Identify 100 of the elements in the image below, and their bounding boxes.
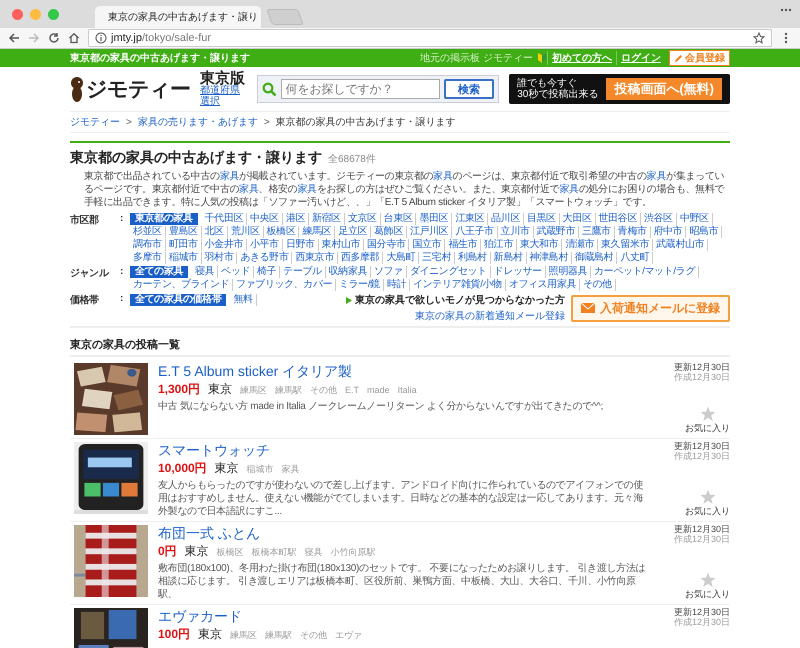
- filter-option[interactable]: 町田市: [166, 239, 202, 251]
- favorite-label[interactable]: お気に入り: [685, 422, 730, 435]
- filter-option[interactable]: 台東区: [380, 213, 416, 225]
- filter-option[interactable]: 立川市: [498, 226, 534, 238]
- filter-option[interactable]: 東大和市: [516, 239, 562, 251]
- filter-option[interactable]: 国立市: [409, 239, 446, 251]
- browser-tab[interactable]: 東京の家具の中古あげます・譲り: [95, 6, 261, 28]
- filter-option[interactable]: 練馬区: [299, 226, 336, 238]
- filter-option[interactable]: 稲城市: [166, 252, 202, 264]
- filter-option[interactable]: 大田区: [560, 213, 596, 225]
- filter-option[interactable]: オフィス用家具: [506, 279, 580, 291]
- close-window-button[interactable]: [12, 8, 23, 20]
- filter-option[interactable]: 府中市: [650, 226, 686, 238]
- filter-option[interactable]: 全ての家具: [130, 266, 188, 278]
- star-icon[interactable]: [753, 32, 765, 44]
- filter-option[interactable]: 中野区: [676, 213, 713, 225]
- filter-option[interactable]: カーペット/マット/ラグ: [591, 266, 699, 278]
- filter-option[interactable]: 小平市: [247, 239, 283, 251]
- filter-option[interactable]: 板橋区: [264, 226, 300, 238]
- filter-option[interactable]: 御蔵島村: [572, 252, 618, 264]
- filter-option[interactable]: 調布市: [130, 239, 166, 251]
- filter-option[interactable]: 国分寺市: [364, 239, 410, 251]
- filter-option[interactable]: 神津島村: [526, 252, 572, 264]
- favorite-label[interactable]: お気に入り: [685, 588, 730, 601]
- star-icon[interactable]: [700, 572, 716, 588]
- filter-option[interactable]: ドレッサー: [490, 266, 546, 278]
- listing-title[interactable]: E.T 5 Album sticker イタリア製: [158, 363, 352, 380]
- filter-option[interactable]: 文京区: [344, 213, 381, 225]
- filter-option[interactable]: カーテン、ブラインド: [130, 279, 234, 291]
- filter-option[interactable]: 千代田区: [202, 213, 248, 225]
- favorite-label[interactable]: お気に入り: [685, 505, 730, 518]
- filter-option[interactable]: 新島村: [490, 252, 527, 264]
- filter-option[interactable]: 日野市: [282, 239, 319, 251]
- filter-option[interactable]: 時計: [384, 279, 410, 291]
- address-bar[interactable]: jmty.jp/tokyo/sale-fur: [88, 29, 772, 47]
- home-icon[interactable]: [68, 32, 80, 44]
- filter-option[interactable]: 東村山市: [318, 239, 364, 251]
- filter-option[interactable]: 武蔵野市: [534, 226, 579, 238]
- reload-icon[interactable]: [48, 32, 60, 44]
- filter-option[interactable]: インテリア雑貨/小物: [410, 279, 506, 291]
- filter-option[interactable]: 無料: [230, 294, 257, 306]
- minimize-window-button[interactable]: [30, 8, 41, 20]
- prefecture-select-link[interactable]: 都道府県選択: [200, 86, 247, 108]
- star-icon[interactable]: [700, 489, 716, 505]
- filter-option[interactable]: ベッド: [218, 266, 254, 278]
- filter-option[interactable]: 多摩市: [130, 252, 166, 264]
- breadcrumb-link[interactable]: ジモティー: [70, 115, 120, 129]
- filter-option[interactable]: テーブル: [280, 266, 326, 278]
- filter-option[interactable]: その他: [580, 279, 616, 291]
- filter-option[interactable]: 新宿区: [309, 213, 345, 225]
- filter-option[interactable]: 利島村: [454, 252, 491, 264]
- new-tab-button[interactable]: [266, 9, 304, 25]
- filter-option[interactable]: あきる野市: [237, 252, 292, 264]
- filter-option[interactable]: 東京都の家具: [130, 213, 198, 225]
- filter-option[interactable]: ソファ: [371, 266, 407, 278]
- filter-option[interactable]: 墨田区: [416, 213, 452, 225]
- filter-option[interactable]: 狛江市: [481, 239, 517, 251]
- filter-option[interactable]: 大島町: [383, 252, 420, 264]
- filter-option[interactable]: 羽村市: [202, 252, 238, 264]
- more-icon[interactable]: [780, 8, 792, 12]
- filter-option[interactable]: 三宅村: [419, 252, 455, 264]
- forward-icon[interactable]: [28, 32, 40, 44]
- breadcrumb-link[interactable]: 家具の売ります・あげます: [138, 115, 258, 129]
- filter-option[interactable]: 江東区: [452, 213, 488, 225]
- filter-option[interactable]: 東久留米市: [598, 239, 654, 251]
- filter-option[interactable]: 世田谷区: [596, 213, 641, 225]
- description-link[interactable]: 家具: [220, 171, 240, 182]
- description-link[interactable]: 家具: [297, 184, 317, 195]
- filter-option[interactable]: 北区: [202, 226, 228, 238]
- filter-option[interactable]: 西東京市: [292, 252, 338, 264]
- filter-option[interactable]: 渋谷区: [640, 213, 677, 225]
- zoom-window-button[interactable]: [48, 8, 59, 20]
- filter-option[interactable]: 八丈町: [617, 252, 654, 264]
- filter-option[interactable]: 寝具: [192, 266, 218, 278]
- filter-option[interactable]: 豊島区: [166, 226, 202, 238]
- listing-title[interactable]: スマートウォッチ: [158, 442, 270, 459]
- star-icon[interactable]: [700, 406, 716, 422]
- filter-option[interactable]: 品川区: [488, 213, 524, 225]
- filter-option[interactable]: 足立区: [335, 226, 372, 238]
- filter-option[interactable]: 江戸川区: [406, 226, 452, 238]
- description-link[interactable]: 家具: [433, 171, 453, 182]
- back-icon[interactable]: [8, 32, 20, 44]
- filter-option[interactable]: 照明器具: [546, 266, 592, 278]
- notify-link[interactable]: 東京の家具の新着通知メール登録: [415, 309, 565, 323]
- filter-option[interactable]: 荒川区: [228, 226, 264, 238]
- filter-option[interactable]: 小金井市: [202, 239, 248, 251]
- filter-option[interactable]: 葛飾区: [371, 226, 407, 238]
- filter-option[interactable]: 三鷹市: [578, 226, 615, 238]
- site-logo[interactable]: ジモティー: [86, 75, 190, 103]
- description-link[interactable]: 家具: [239, 184, 259, 195]
- filter-option[interactable]: 収納家具: [326, 266, 372, 278]
- filter-option[interactable]: 椅子: [254, 266, 280, 278]
- search-button[interactable]: 検索: [444, 79, 494, 99]
- filter-option[interactable]: 武蔵村山市: [653, 239, 708, 251]
- filter-option[interactable]: 全ての家具の価格帯: [130, 294, 226, 306]
- filter-option[interactable]: ダイニングセット: [406, 266, 491, 278]
- filter-option[interactable]: ミラー/鏡: [336, 279, 384, 291]
- description-link[interactable]: 家具: [646, 171, 666, 182]
- search-field[interactable]: 何をお探しですか？: [280, 79, 440, 99]
- filter-option[interactable]: 青梅市: [614, 226, 651, 238]
